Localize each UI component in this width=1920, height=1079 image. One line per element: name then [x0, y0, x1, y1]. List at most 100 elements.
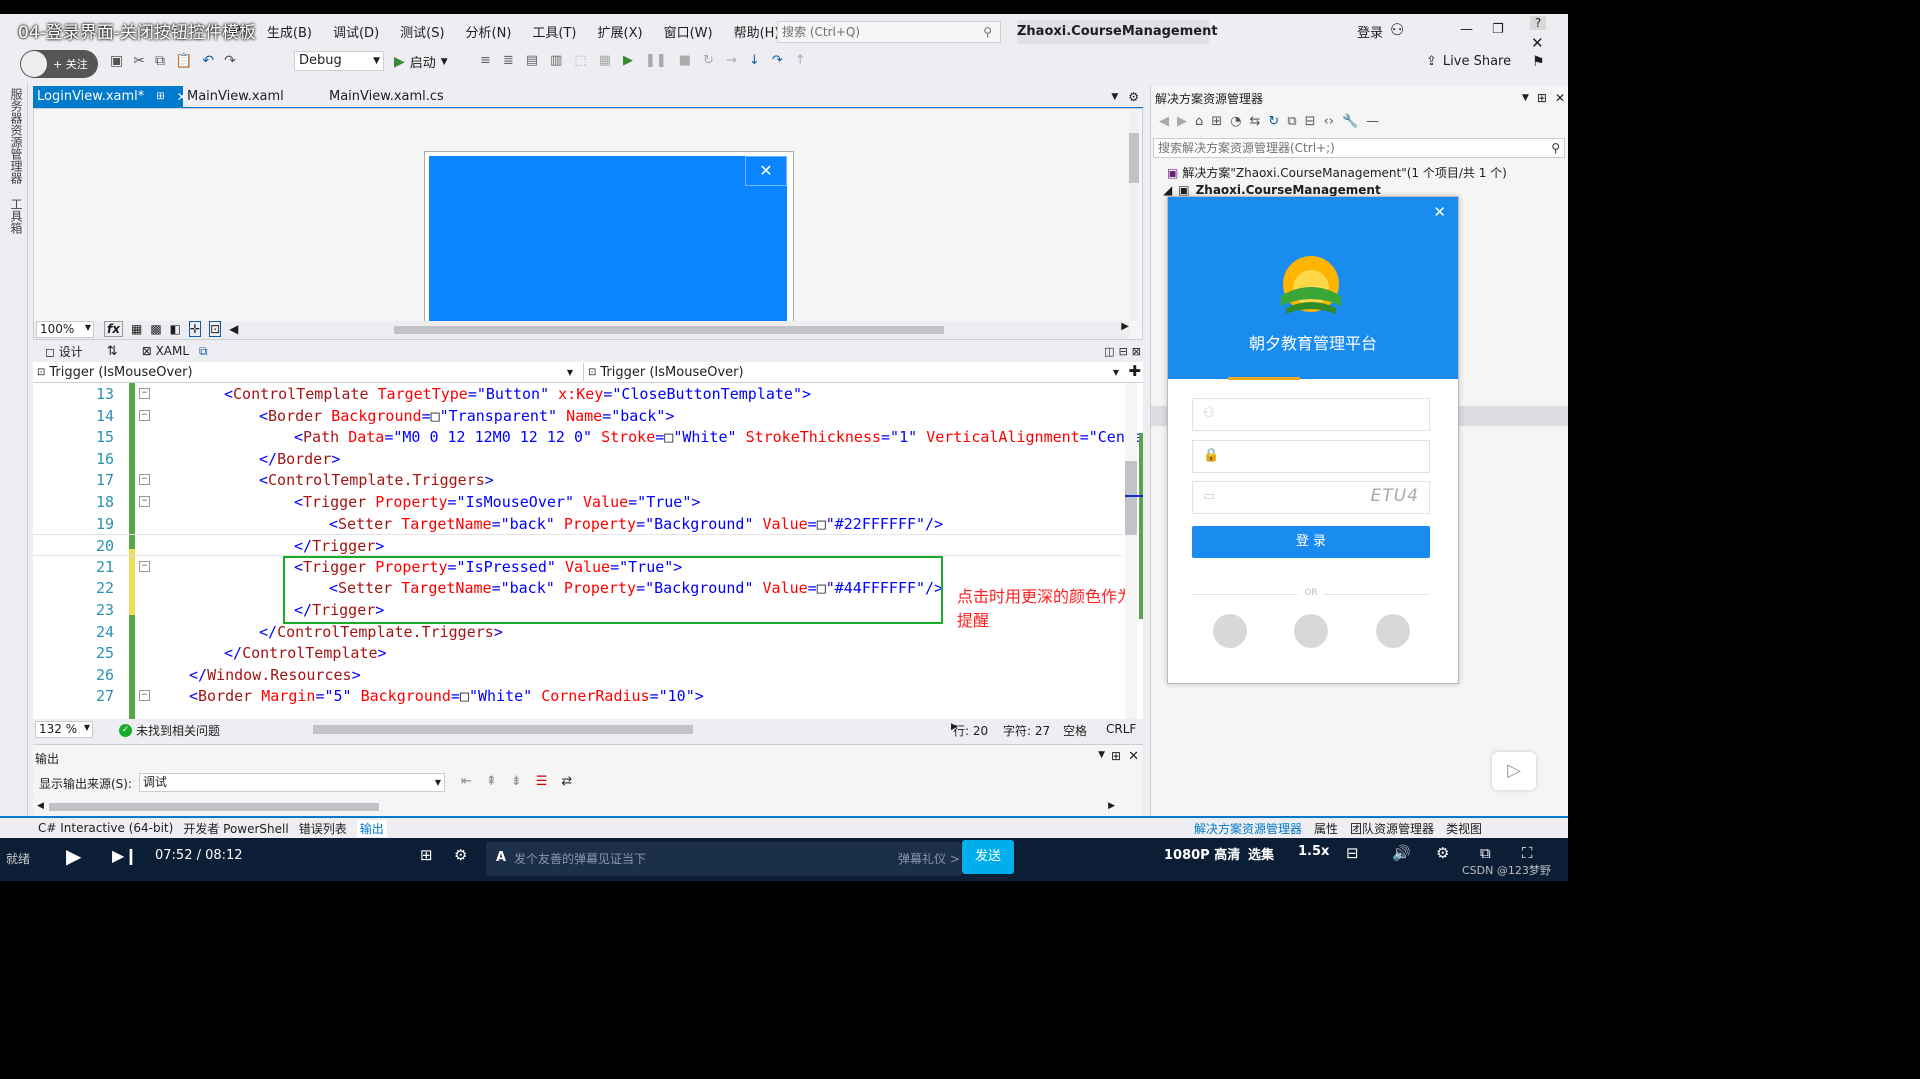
search-input[interactable]: 搜索 (Ctrl+Q) ⚲ — [777, 21, 1001, 43]
help-icon[interactable]: ? — [1530, 16, 1546, 30]
scroll-right-icon[interactable]: ▶ — [1121, 321, 1129, 332]
user-add-icon[interactable]: ⚇ — [1390, 20, 1404, 39]
tab-mainview-cs[interactable]: MainView.xaml.cs — [325, 86, 485, 108]
design-tab[interactable]: ◻ 设计 — [45, 343, 83, 360]
paste-icon[interactable]: 📋 — [175, 53, 192, 69]
build-icon[interactable]: ▤ — [526, 53, 538, 68]
minus-icon[interactable]: — — [1366, 114, 1379, 129]
pin-icon[interactable]: ⊞ — [1111, 749, 1121, 763]
password-field[interactable]: 🔒 — [1192, 440, 1430, 473]
layout-icon[interactable]: ▦ — [599, 53, 611, 68]
step-into-icon[interactable]: ↓ — [749, 53, 760, 68]
menu-item[interactable]: 扩展(X) — [598, 22, 643, 41]
danmaku-toggle-icon[interactable]: ⊞ — [420, 846, 433, 864]
tab-mainview[interactable]: MainView.xaml — [183, 86, 325, 108]
danmaku-settings-icon[interactable]: ⚙ — [454, 846, 467, 864]
solution-root-item[interactable]: ▣ 解决方案"Zhaoxi.CourseManagement"(1 个项目/共 … — [1167, 164, 1507, 181]
weibo-login-icon[interactable] — [1376, 614, 1410, 648]
server-explorer-tab[interactable]: 服务器资源管理器 — [8, 88, 25, 184]
settings-icon[interactable]: ⚙ — [1128, 90, 1139, 104]
live-share-button[interactable]: ⇪ Live Share — [1426, 54, 1511, 69]
prev-message-icon[interactable]: ⇞ — [486, 774, 497, 789]
editor-hscroll-thumb[interactable] — [313, 725, 693, 734]
menu-item[interactable]: 分析(N) — [466, 22, 512, 41]
scroll-left-icon[interactable]: ◀ — [37, 801, 44, 811]
swap-icon[interactable]: ⇅ — [107, 344, 118, 359]
qq-login-icon[interactable] — [1213, 614, 1247, 648]
bottom-tab[interactable]: C# Interactive (64-bit) — [38, 821, 173, 835]
split-vertical-icon[interactable]: ◫ — [1104, 345, 1114, 358]
menu-item[interactable]: 生成(B) — [267, 22, 312, 41]
switch-views-icon[interactable]: ⊞ — [1211, 114, 1222, 129]
fold-icon[interactable]: − — [139, 496, 150, 507]
wechat-login-icon[interactable] — [1294, 614, 1328, 648]
word-wrap-icon[interactable]: ⇄ — [561, 774, 572, 789]
minimize-icon[interactable]: — — [1460, 22, 1473, 37]
collapse-pane-icon[interactable]: ⊠ — [1132, 345, 1141, 358]
clear-all-icon[interactable]: ☰ — [536, 774, 548, 789]
bottom-tab[interactable]: 输出 — [356, 819, 387, 837]
pip-icon[interactable]: ⧉ — [1480, 844, 1491, 862]
fullscreen-icon[interactable]: ⛶ — [1522, 844, 1533, 862]
danmaku-input[interactable]: A 发个友善的弹幕见证当下 弹幕礼仪 > — [486, 842, 962, 876]
contrast-icon[interactable]: ◧ — [170, 322, 181, 336]
code-icon[interactable]: ‹› — [1324, 114, 1334, 129]
scroll-right-icon[interactable]: ▶ — [1108, 801, 1115, 811]
issues-indicator[interactable]: ✓ 未找到相关问题 — [119, 722, 220, 739]
designer-scrollbar[interactable] — [1129, 111, 1139, 321]
attach-icon[interactable]: ⬚ — [574, 53, 586, 68]
step-next-icon[interactable]: → — [726, 53, 737, 68]
right-bottom-tab[interactable]: 属性 — [1314, 820, 1338, 837]
feedback-icon[interactable]: ⚑ — [1532, 54, 1545, 70]
wrench-icon[interactable]: 🔧 — [1342, 114, 1358, 129]
restart-icon[interactable]: ↻ — [703, 53, 714, 68]
show-all-icon[interactable]: ⊟ — [1305, 114, 1316, 129]
tab-overflow-icon[interactable]: ▼ — [1111, 92, 1118, 102]
step-over-icon[interactable]: ↷ — [772, 53, 783, 68]
right-bottom-tab[interactable]: 解决方案资源管理器 — [1194, 820, 1302, 837]
split-horizontal-icon[interactable]: ⊟ — [1119, 345, 1128, 358]
save-all-icon[interactable]: ▣ — [110, 53, 123, 69]
subtitle-icon[interactable]: ⊟ — [1346, 844, 1359, 862]
close-icon[interactable]: ✕ — [1555, 91, 1565, 105]
menu-item[interactable]: 调试(D) — [333, 22, 379, 41]
redo-icon[interactable]: ↷ — [224, 53, 236, 69]
username-field[interactable]: ⚇ — [1192, 398, 1430, 431]
login-link[interactable]: 登录 — [1357, 22, 1383, 41]
cut-icon[interactable]: ✂ — [133, 53, 145, 69]
fold-icon[interactable]: − — [139, 474, 150, 486]
refresh-icon[interactable]: ↻ — [1268, 114, 1279, 129]
tab-loginview[interactable]: LoginView.xaml* ⊞ ✕ — [33, 86, 187, 108]
collapse-all-icon[interactable]: ⧉ — [1287, 114, 1296, 129]
rebuild-icon[interactable]: ▥ — [550, 53, 562, 68]
captcha-image[interactable]: ETU4 — [1371, 486, 1419, 506]
home-icon[interactable]: ⌂ — [1195, 114, 1203, 129]
menu-item[interactable]: 窗口(W) — [664, 22, 713, 41]
login-button[interactable]: 登 录 — [1192, 526, 1430, 558]
code-editor[interactable]: 13 − <ControlTemplate TargetType="Button" … — [33, 383, 1143, 719]
zoom-select[interactable]: 100% ▼ — [36, 321, 94, 338]
pending-changes-icon[interactable]: ◔ — [1230, 114, 1241, 129]
solution-project-item[interactable]: ◢ ▣ Zhaoxi.CourseManagement — [1163, 183, 1381, 197]
menu-item[interactable]: 帮助(H) — [734, 22, 780, 41]
login-close-icon[interactable]: ✕ — [1433, 203, 1446, 221]
quality-select[interactable]: 1080P 高清 — [1164, 844, 1240, 863]
run-icon[interactable]: ▶ — [623, 53, 633, 68]
nav-combo-right[interactable]: ⊡ Trigger (IsMouseOver) ▼ — [583, 363, 1123, 381]
snap-icon[interactable]: ✛ — [189, 321, 202, 337]
output-source-select[interactable]: 调试 ▼ — [139, 773, 445, 792]
comment-icon[interactable]: ≣ — [503, 53, 514, 68]
toolbox-tab[interactable]: 工具箱 — [8, 198, 25, 234]
pin-icon[interactable]: ⊞ — [156, 86, 164, 108]
design-close-icon[interactable]: ✕ — [745, 156, 787, 186]
pin-icon[interactable]: ⊞ — [1537, 91, 1547, 105]
designer-scroll-thumb[interactable] — [1129, 133, 1139, 183]
pause-icon[interactable]: ❚❚ — [645, 53, 667, 68]
play-icon[interactable]: ▶ — [66, 844, 81, 868]
follow-button[interactable]: + 关注 — [20, 50, 98, 78]
chevron-down-icon[interactable]: ▼ — [1098, 750, 1105, 760]
fold-icon[interactable]: − — [139, 388, 150, 399]
menu-item[interactable]: 测试(S) — [400, 22, 444, 41]
fx-icon[interactable]: fx — [104, 321, 123, 337]
preview-icon[interactable]: ⊡ — [209, 321, 222, 337]
